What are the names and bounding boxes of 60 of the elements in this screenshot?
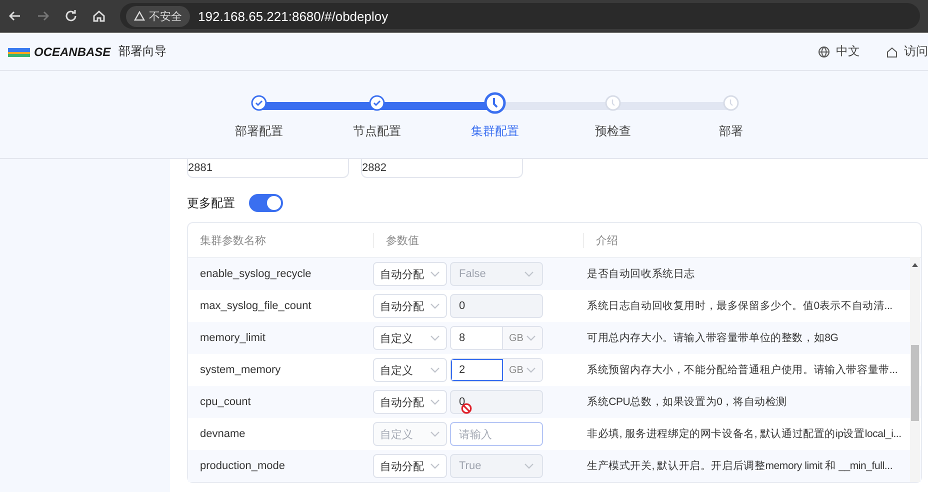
port-input[interactable]: 2882 <box>361 159 523 178</box>
param-name: production_mode <box>199 460 286 472</box>
mode-select[interactable]: 自动分配 <box>373 454 447 478</box>
column-header: 参数值 <box>373 232 583 248</box>
param-description: 系统日志自动回收复用时，最多保留多少个。值0表示不自动清... <box>586 299 894 313</box>
caret-icon <box>430 367 440 373</box>
scrollbar[interactable] <box>910 257 920 482</box>
url-text: 192.168.65.221:8680/#/obdeploy <box>198 8 388 24</box>
column-header: 介绍 <box>583 232 909 248</box>
param-description: 非必填, 服务进程绑定的网卡设备名, 默认通过配置的ip设置local_i... <box>586 427 902 441</box>
param-name: memory_limit <box>199 332 266 344</box>
caret-icon <box>430 303 440 309</box>
home-icon <box>886 46 898 58</box>
caret-icon <box>430 271 440 277</box>
logo-icon <box>8 46 30 56</box>
visit-link[interactable]: 访问 <box>904 43 928 60</box>
step-label: 集群配置 <box>471 123 519 140</box>
step-label: 预检查 <box>595 123 631 140</box>
column-header: 集群参数名称 <box>199 234 267 248</box>
caret-icon <box>524 271 534 277</box>
step-label: 部署配置 <box>235 123 283 140</box>
address-bar[interactable]: 不安全 192.168.65.221:8680/#/obdeploy <box>120 3 920 29</box>
forward-icon[interactable] <box>36 9 50 23</box>
step-label: 部署 <box>719 123 743 140</box>
caret-icon <box>430 431 440 437</box>
param-name: enable_syslog_recycle <box>199 268 312 280</box>
logo-text: OCEANBASE <box>34 44 111 58</box>
param-description: 是否自动回收系统日志 <box>586 267 696 281</box>
param-description: 系统CPU总数，如果设置为0，将自动检测 <box>586 395 788 409</box>
param-name: max_syslog_file_count <box>199 300 312 312</box>
caret-icon <box>430 335 440 341</box>
param-description: 系统预留内存大小，不能分配给普通租户使用。请输入带容量带... <box>586 363 899 377</box>
security-chip[interactable]: 不安全 <box>126 6 190 26</box>
caret-icon <box>430 399 440 405</box>
port-input[interactable]: 2881 <box>187 159 349 178</box>
language-link[interactable]: 中文 <box>836 43 860 60</box>
param-name: devname <box>199 428 246 440</box>
param-description: 生产模式开关, 默认开启。开启后调整memory limit 和 __min_full... <box>586 459 894 473</box>
mode-select[interactable]: 自动分配 <box>373 390 447 414</box>
mode-select[interactable]: 自定义 <box>373 326 447 350</box>
globe-icon <box>818 46 830 58</box>
param-description: 可用总内存大小。请输入带容量带单位的整数，如8G <box>586 331 840 345</box>
caret-icon <box>524 463 534 469</box>
caret-icon <box>430 463 440 469</box>
step-label: 节点配置 <box>353 123 401 140</box>
value-input[interactable]: 0 <box>450 294 543 318</box>
warning-icon <box>134 11 145 21</box>
mode-select[interactable]: 自动分配 <box>373 262 447 286</box>
scroll-up-icon[interactable] <box>912 263 918 267</box>
mode-select[interactable]: 自定义 <box>373 358 447 382</box>
mode-select[interactable]: 自动分配 <box>373 294 447 318</box>
home-icon[interactable] <box>92 9 106 23</box>
app-title: 部署向导 <box>118 43 167 60</box>
param-name: system_memory <box>199 364 282 376</box>
reload-icon[interactable] <box>64 9 78 23</box>
back-icon[interactable] <box>8 9 22 23</box>
toggle-switch[interactable] <box>249 194 283 212</box>
value-input[interactable]: 0 <box>450 390 543 414</box>
param-name: cpu_count <box>199 396 252 408</box>
more-config-label: 更多配置 <box>187 194 235 212</box>
